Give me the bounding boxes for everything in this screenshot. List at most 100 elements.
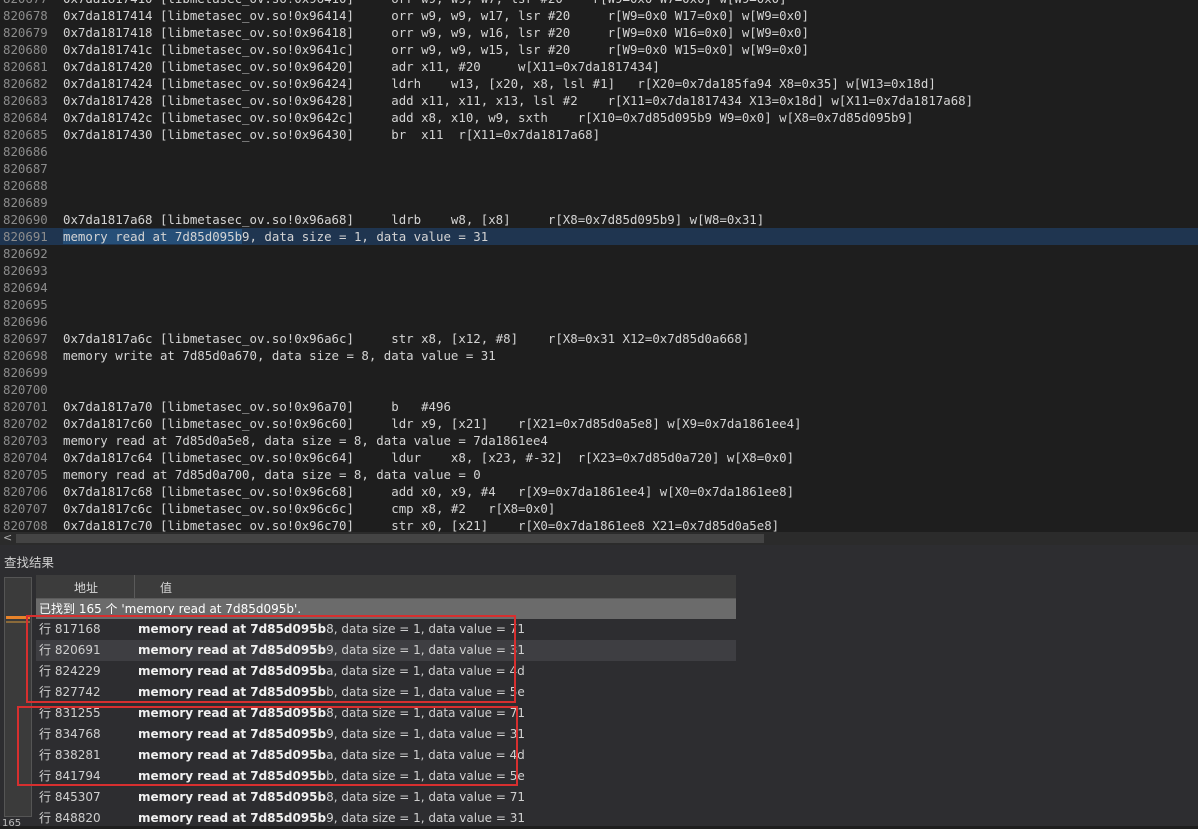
line-number: 820692: [3, 246, 48, 261]
line-number: 820696: [3, 314, 48, 329]
code-line[interactable]: 820697 0x7da1817a6c [libmetasec_ov.so!0x9…: [0, 330, 1198, 347]
line-number: 820677: [0, 0, 63, 7]
code-line[interactable]: 820698 memory write at 7d85d0a670, data s…: [0, 347, 1198, 364]
result-line-number: 行 845307: [39, 790, 101, 804]
line-number: 820700: [3, 382, 48, 397]
code-line[interactable]: 820695: [0, 296, 1198, 313]
line-number: 820686: [3, 144, 48, 159]
code-line[interactable]: 820702 0x7da1817c60 [libmetasec_ov.so!0x9…: [0, 415, 1198, 432]
line-text: memory read at 7d85d0a5e8, data size = 8…: [63, 433, 548, 448]
line-number: 820688: [3, 178, 48, 193]
line-text: 0x7da1817428 [libmetasec_ov.so!0x96428] …: [63, 93, 974, 108]
line-number: 820682: [3, 76, 48, 91]
code-line[interactable]: 820704 0x7da1817c64 [libmetasec_ov.so!0x9…: [0, 449, 1198, 466]
code-line[interactable]: 820681 0x7da1817420 [libmetasec_ov.so!0x9…: [0, 58, 1198, 75]
line-number: 820683: [3, 93, 48, 108]
code-line[interactable]: 820689: [0, 194, 1198, 211]
code-line[interactable]: 820706 0x7da1817c68 [libmetasec_ov.so!0x9…: [0, 483, 1198, 500]
code-line[interactable]: 820686: [0, 143, 1198, 160]
code-line[interactable]: 820693: [0, 262, 1198, 279]
scrollbar-thumb[interactable]: [16, 534, 764, 543]
result-rest: 9, data size = 1, data value = 31: [326, 811, 526, 825]
line-number: 820687: [3, 161, 48, 176]
code-line[interactable]: 820705 memory read at 7d85d0a700, data si…: [0, 466, 1198, 483]
line-number: 820681: [3, 59, 48, 74]
code-line[interactable]: 820700: [0, 381, 1198, 398]
line-number: 820691: [3, 229, 48, 244]
line-number: 820702: [3, 416, 48, 431]
selected-text[interactable]: memory read at 7d85d095b: [63, 229, 243, 244]
line-text: 0x7da1817410 [libmetasec_ov.so!0x96410] …: [63, 0, 787, 6]
code-line[interactable]: 820683 0x7da1817428 [libmetasec_ov.so!0x9…: [0, 92, 1198, 109]
code-line[interactable]: 820682 0x7da1817424 [libmetasec_ov.so!0x9…: [0, 75, 1198, 92]
code-line[interactable]: 820694: [0, 279, 1198, 296]
line-text: 0x7da1817a70 [libmetasec_ov.so!0x96a70] …: [63, 399, 451, 414]
line-text: 0x7da1817a6c [libmetasec_ov.so!0x96a6c] …: [63, 331, 750, 346]
column-divider[interactable]: [134, 575, 135, 598]
line-text: 0x7da1817c6c [libmetasec_ov.so!0x96c6c] …: [63, 501, 556, 516]
line-number: 820680: [3, 42, 48, 57]
line-number: 820693: [3, 263, 48, 278]
line-text: 0x7da181742c [libmetasec_ov.so!0x9642c] …: [63, 110, 914, 125]
code-line[interactable]: 820679 0x7da1817418 [libmetasec_ov.so!0x9…: [0, 24, 1198, 41]
line-text: 0x7da1817c68 [libmetasec_ov.so!0x96c68] …: [63, 484, 795, 499]
code-line[interactable]: 820690 0x7da1817a68 [libmetasec_ov.so!0x9…: [0, 211, 1198, 228]
panel-title: 查找结果: [4, 555, 55, 570]
column-header-value[interactable]: 值: [160, 579, 172, 596]
result-row[interactable]: 行 845307 memory read at 7d85d095b8, data …: [36, 787, 736, 808]
code-line[interactable]: 820685 0x7da1817430 [libmetasec_ov.so!0x9…: [0, 126, 1198, 143]
result-count: 165: [2, 818, 22, 829]
line-number: 820695: [3, 297, 48, 312]
find-results-panel: 查找结果 165 地址 值 已找到 165 个 'memory read at …: [0, 545, 1198, 829]
code-line[interactable]: 820701 0x7da1817a70 [libmetasec_ov.so!0x9…: [0, 398, 1198, 415]
code-line[interactable]: 820691 memory read at 7d85d095b9, data si…: [0, 228, 1198, 245]
line-number: 820690: [3, 212, 48, 227]
line-number: 820678: [3, 8, 48, 23]
code-line[interactable]: 8206770x7da1817410 [libmetasec_ov.so!0x9…: [0, 0, 1198, 7]
annotation-box-2: [17, 706, 518, 786]
line-number: 820684: [3, 110, 48, 125]
line-text: 0x7da1817c70 [libmetasec_ov.so!0x96c70] …: [63, 518, 780, 532]
code-line[interactable]: 820708 0x7da1817c70 [libmetasec_ov.so!0x9…: [0, 517, 1198, 532]
table-header: 地址 值: [36, 575, 736, 599]
line-text: 0x7da1817c64 [libmetasec_ov.so!0x96c64] …: [63, 450, 795, 465]
line-number: 820703: [3, 433, 48, 448]
line-text: 0x7da1817430 [libmetasec_ov.so!0x96430] …: [63, 127, 601, 142]
scroll-left-icon[interactable]: <: [3, 531, 12, 544]
match-highlight: memory read at 7d85d095b: [138, 811, 327, 825]
line-number: 820707: [3, 501, 48, 516]
line-number: 820699: [3, 365, 48, 380]
line-number: 820679: [3, 25, 48, 40]
code-line[interactable]: 820696: [0, 313, 1198, 330]
code-line[interactable]: 820688: [0, 177, 1198, 194]
code-line[interactable]: 820699: [0, 364, 1198, 381]
line-number: 820704: [3, 450, 48, 465]
line-text: 9, data size = 1, data value = 31: [242, 229, 489, 244]
horizontal-scrollbar[interactable]: <: [0, 531, 1198, 545]
trace-editor[interactable]: 8206770x7da1817410 [libmetasec_ov.so!0x9…: [0, 0, 1198, 532]
column-header-address[interactable]: 地址: [74, 579, 98, 596]
line-number: 820694: [3, 280, 48, 295]
line-text: 0x7da1817420 [libmetasec_ov.so!0x96420] …: [63, 59, 660, 74]
line-number: 820685: [3, 127, 48, 142]
code-line[interactable]: 820684 0x7da181742c [libmetasec_ov.so!0x9…: [0, 109, 1198, 126]
line-text: 0x7da181741c [libmetasec_ov.so!0x9641c] …: [63, 42, 809, 57]
result-value: memory read at 7d85d095b8, data size = 1…: [138, 787, 525, 808]
result-value: memory read at 7d85d095b9, data size = 1…: [138, 808, 525, 826]
code-line[interactable]: 820678 0x7da1817414 [libmetasec_ov.so!0x9…: [0, 7, 1198, 24]
code-line[interactable]: 820703 memory read at 7d85d0a5e8, data si…: [0, 432, 1198, 449]
result-row[interactable]: 行 848820 memory read at 7d85d095b9, data …: [36, 808, 736, 826]
code-line[interactable]: 820687: [0, 160, 1198, 177]
line-text: memory read at 7d85d0a700, data size = 8…: [63, 467, 481, 482]
line-number: 820706: [3, 484, 48, 499]
result-line-number: 行 848820: [39, 811, 101, 825]
code-lines: 8206770x7da1817410 [libmetasec_ov.so!0x9…: [0, 0, 1198, 532]
line-text: 0x7da1817a68 [libmetasec_ov.so!0x96a68] …: [63, 212, 765, 227]
code-line[interactable]: 820680 0x7da181741c [libmetasec_ov.so!0x9…: [0, 41, 1198, 58]
line-text: 0x7da1817424 [libmetasec_ov.so!0x96424] …: [63, 76, 936, 91]
code-line[interactable]: 820707 0x7da1817c6c [libmetasec_ov.so!0x9…: [0, 500, 1198, 517]
code-line[interactable]: 820692: [0, 245, 1198, 262]
match-highlight: memory read at 7d85d095b: [138, 790, 327, 804]
result-rest: 8, data size = 1, data value = 71: [326, 790, 526, 804]
line-number: 820697: [3, 331, 48, 346]
